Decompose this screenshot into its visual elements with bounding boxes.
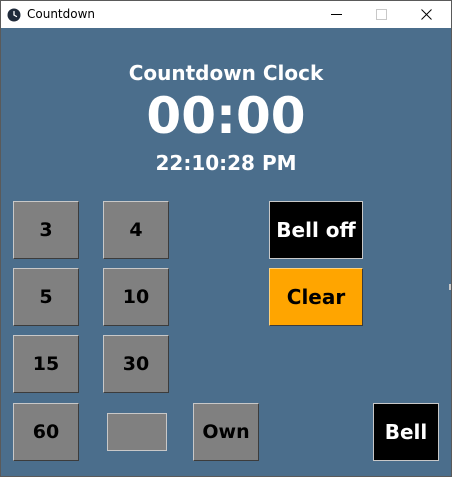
preset-10-button[interactable]: 10 (103, 268, 169, 326)
own-minutes-input[interactable] (107, 413, 167, 451)
preset-5-button[interactable]: 5 (13, 268, 79, 326)
window-edge-marker (449, 284, 451, 290)
maximize-button[interactable] (359, 1, 404, 28)
bell-button[interactable]: Bell (373, 403, 439, 461)
close-button[interactable] (404, 1, 449, 28)
clock-icon (7, 7, 21, 22)
minimize-icon (314, 13, 359, 32)
clear-button[interactable]: Clear (269, 268, 363, 326)
current-time: 22:10:28 PM (155, 151, 297, 175)
bell-off-button[interactable]: Bell off (269, 201, 363, 259)
countdown-display: 00:00 (146, 87, 306, 145)
preset-15-button[interactable]: 15 (13, 335, 79, 393)
preset-60-button[interactable]: 60 (13, 403, 79, 461)
minimize-button[interactable] (314, 1, 359, 28)
countdown-window: Countdown Countdown Clock 00:00 22:10:28… (0, 0, 452, 477)
preset-3-button[interactable]: 3 (13, 201, 79, 259)
maximize-icon (359, 9, 404, 32)
clock-heading: Countdown Clock (128, 61, 324, 85)
preset-30-button[interactable]: 30 (103, 335, 169, 393)
close-icon (404, 9, 449, 32)
preset-4-button[interactable]: 4 (103, 201, 169, 259)
window-title: Countdown (27, 7, 96, 21)
own-button[interactable]: Own (193, 403, 259, 461)
title-bar[interactable]: Countdown (1, 1, 451, 28)
